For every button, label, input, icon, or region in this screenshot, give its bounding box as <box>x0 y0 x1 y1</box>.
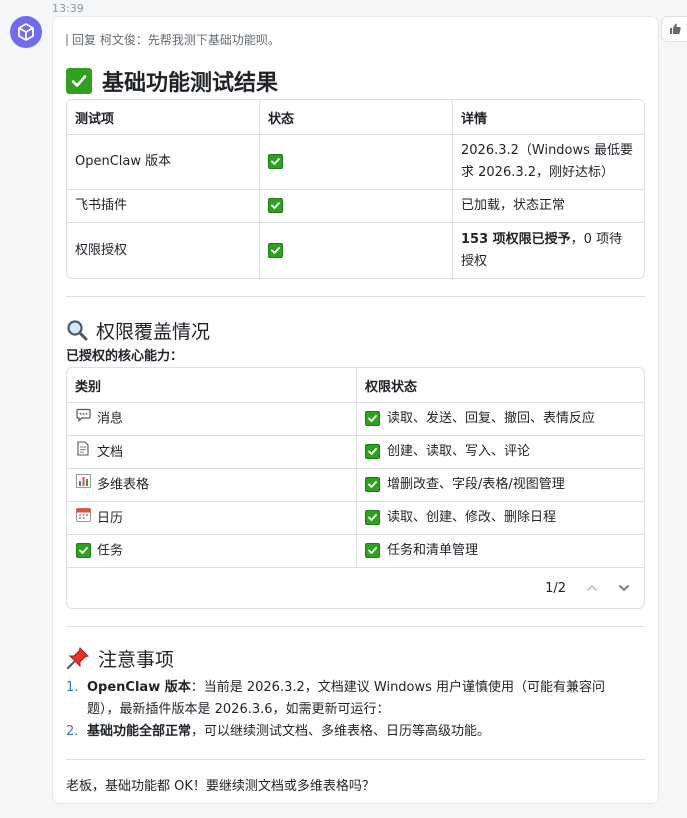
divider <box>66 626 645 627</box>
detail-cell: 已加载，状态正常 <box>453 190 644 223</box>
table-row: OpenClaw 版本 2026.3.2（Windows 最低要求 2026.3… <box>67 135 644 190</box>
test-item-cell: OpenClaw 版本 <box>67 135 260 190</box>
column-header: 权限状态 <box>357 368 644 403</box>
permission-status-cell: 读取、发送、回复、撤回、表情反应 <box>357 403 644 436</box>
check-mark-icon <box>365 411 380 426</box>
check-mark-icon <box>66 68 92 94</box>
status-cell <box>260 135 453 190</box>
check-mark-icon <box>365 444 380 459</box>
check-mark-icon <box>268 154 283 169</box>
section-heading-permissions: 权限覆盖情况 <box>66 317 645 343</box>
column-header: 测试项 <box>67 100 260 135</box>
thumbs-up-icon <box>669 23 681 34</box>
category-cell: 任务 <box>67 535 357 568</box>
section-heading-test-results: 基础功能测试结果 <box>66 66 645 96</box>
table-header-row: 测试项 状态 详情 <box>67 100 644 135</box>
section-title: 基础功能测试结果 <box>102 71 279 96</box>
prev-page-button[interactable] <box>586 581 598 596</box>
category-cell: 文档 <box>67 436 357 469</box>
table-row: 文档 创建、读取、写入、评论 <box>67 436 644 469</box>
permissions-table: 类别 权限状态 消息 读取、发送、回复、撤回、表情反应 文档 创建、读取、写入、… <box>67 368 644 568</box>
category-cell: 日历 <box>67 502 357 535</box>
permissions-table-card: 类别 权限状态 消息 读取、发送、回复、撤回、表情反应 文档 创建、读取、写入、… <box>66 367 645 609</box>
table-row: 权限授权 153 项权限已授予，0 项待 授权 <box>67 223 644 278</box>
permission-status-cell: 增删改查、字段/表格/视图管理 <box>357 469 644 502</box>
permission-status-cell: 读取、创建、修改、删除日程 <box>357 502 644 535</box>
reply-quote[interactable]: 回复 柯文俊：先帮我测下基础功能呗。 <box>66 34 645 46</box>
column-header: 详情 <box>453 100 644 135</box>
column-header: 类别 <box>67 368 357 403</box>
chevron-up-icon <box>586 584 598 591</box>
bar-chart-icon <box>75 473 91 496</box>
thumbs-up-reaction-button[interactable] <box>661 16 687 42</box>
next-page-button[interactable] <box>618 581 630 596</box>
divider <box>66 759 645 760</box>
table-row: 日历 读取、创建、修改、删除日程 <box>67 502 644 535</box>
section-title: 权限覆盖情况 <box>96 320 211 343</box>
check-mark-icon <box>365 543 380 558</box>
table-row: 多维表格 增删改查、字段/表格/视图管理 <box>67 469 644 502</box>
magnifying-glass-icon <box>67 320 88 341</box>
notes-list: 1. OpenClaw 版本：当前是 2026.3.2，文档建议 Windows… <box>66 677 645 743</box>
permission-status-cell: 创建、读取、写入、评论 <box>357 436 644 469</box>
table-header-row: 类别 权限状态 <box>67 368 644 403</box>
section-subtitle: 已授权的核心能力： <box>66 349 184 364</box>
document-icon <box>75 440 91 464</box>
test-results-table: 测试项 状态 详情 OpenClaw 版本 2026.3.2（Windows 最… <box>66 99 645 279</box>
divider <box>66 296 645 297</box>
page-indicator: 1/2 <box>545 580 566 596</box>
check-mark-icon <box>365 510 380 525</box>
bot-avatar[interactable] <box>10 16 42 48</box>
table-row: 消息 读取、发送、回复、撤回、表情反应 <box>67 403 644 436</box>
category-cell: 多维表格 <box>67 469 357 502</box>
check-mark-icon <box>365 477 380 492</box>
check-mark-icon <box>268 198 283 213</box>
status-cell <box>260 223 453 278</box>
table-row: 任务 任务和清单管理 <box>67 535 644 568</box>
message-bubble: 回复 柯文俊：先帮我测下基础功能呗。 基础功能测试结果 测试项 状态 详情 Op… <box>52 16 659 804</box>
section-title: 注意事项 <box>98 648 175 671</box>
section-heading-notes: 注意事项 <box>66 645 645 671</box>
closing-message: 老板，基础功能都 OK！要继续测文档或多维表格吗？ <box>66 779 375 794</box>
test-item-cell: 权限授权 <box>67 223 260 278</box>
category-cell: 消息 <box>67 403 357 436</box>
check-box-icon <box>75 540 91 562</box>
status-cell <box>260 190 453 223</box>
test-item-cell: 飞书插件 <box>67 190 260 223</box>
detail-cell: 2026.3.2（Windows 最低要求 2026.3.2，刚好达标） <box>453 135 644 190</box>
speech-bubble-icon <box>75 408 91 430</box>
permission-status-cell: 任务和清单管理 <box>357 535 644 568</box>
list-item: 1. OpenClaw 版本：当前是 2026.3.2，文档建议 Windows… <box>66 680 606 717</box>
table-pager: 1/2 <box>67 568 644 608</box>
list-item: 2. 基础功能全部正常，可以继续测试文档、多维表格、日历等高级功能。 <box>66 724 491 739</box>
message-timestamp: 13:39 <box>52 2 84 15</box>
table-row: 飞书插件 已加载，状态正常 <box>67 190 644 223</box>
check-mark-icon <box>268 242 283 258</box>
calendar-icon <box>75 507 91 530</box>
detail-cell: 153 项权限已授予，0 项待 授权 <box>461 231 623 269</box>
column-header: 状态 <box>260 100 453 135</box>
chevron-down-icon <box>618 584 630 591</box>
pushpin-icon <box>67 647 89 669</box>
cube-icon <box>18 23 34 41</box>
